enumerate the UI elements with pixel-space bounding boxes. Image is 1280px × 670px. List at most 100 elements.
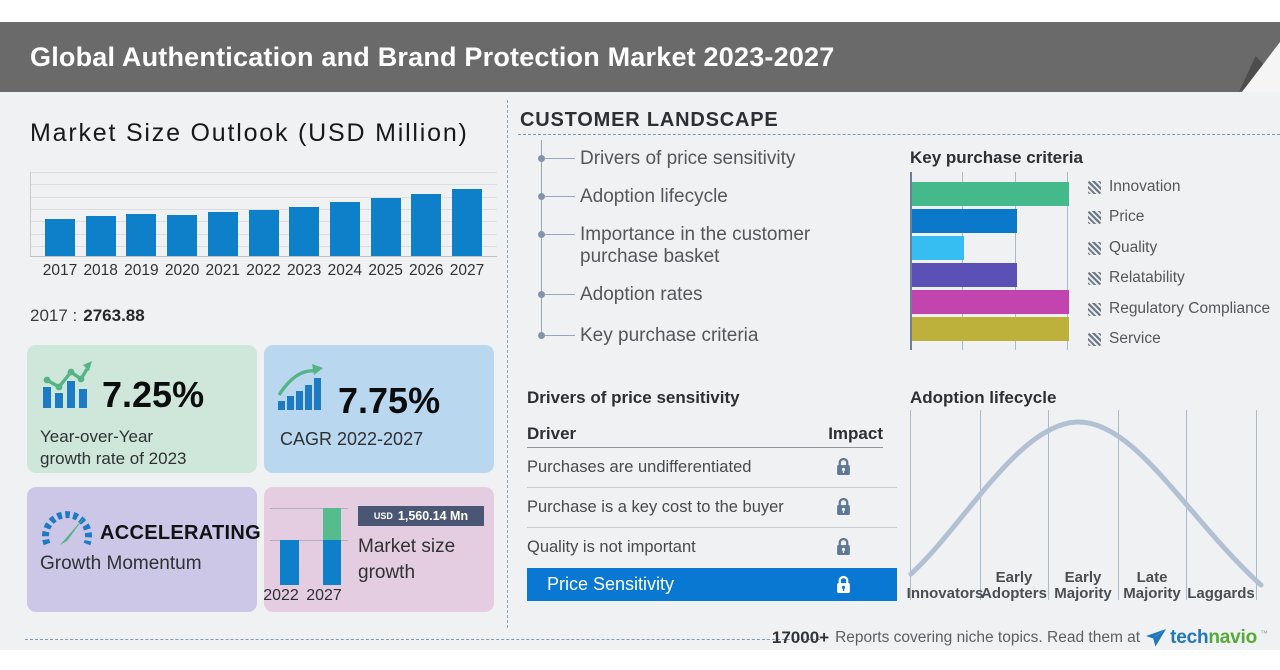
legend-swatch-icon xyxy=(1088,241,1101,255)
bullet-connector xyxy=(545,196,575,197)
bar-2027-base xyxy=(323,540,341,585)
x-tick-label: 2027 xyxy=(449,262,485,279)
impact-lock xyxy=(836,537,851,561)
drivers-table: Purchases are undifferentiated Purchase … xyxy=(527,448,897,568)
lifecycle-stage-label: Laggards xyxy=(1187,585,1255,602)
legend-item: Regulatory Compliance xyxy=(1088,300,1270,318)
mini-chart-year-label: 2022 xyxy=(263,587,299,604)
bar-2022 xyxy=(280,540,299,585)
header-bar: Global Authentication and Brand Protecti… xyxy=(0,22,1280,92)
cagr-value: 7.75% xyxy=(338,380,441,421)
bar-2021 xyxy=(207,212,238,256)
landscape-item-label: Importance in the customer purchase bask… xyxy=(580,224,811,267)
legend-label: Quality xyxy=(1109,239,1158,256)
kpc-bar-regulatory-compliance xyxy=(912,290,1069,314)
kpc-bar-innovation xyxy=(912,182,1069,206)
base-year-note: 2017 : 2763.88 xyxy=(30,306,145,326)
x-tick-label: 2026 xyxy=(409,262,444,279)
mini-chart-year-label: 2027 xyxy=(306,587,342,604)
legend-swatch-icon xyxy=(1088,332,1101,346)
momentum-status: ACCELERATING xyxy=(100,522,262,544)
bullet-dot xyxy=(538,231,545,238)
column-header-impact: Impact xyxy=(828,424,883,443)
infographic-page: Global Authentication and Brand Protecti… xyxy=(0,0,1280,670)
bullet-connector xyxy=(545,234,575,235)
bullet-connector xyxy=(545,335,575,336)
x-tick-label: 2017 xyxy=(42,262,78,279)
table-row: Purchase is a key cost to the buyer xyxy=(527,488,897,528)
legend-label: Regulatory Compliance xyxy=(1109,300,1271,317)
bullet-connector xyxy=(545,294,575,295)
logo-text-navio: navio xyxy=(1208,627,1257,648)
legend-item: Service xyxy=(1088,330,1161,348)
bar-2020 xyxy=(167,215,198,256)
x-tick-label: 2022 xyxy=(246,262,281,279)
impact-lock xyxy=(836,457,851,481)
bar-2025 xyxy=(370,198,401,256)
ascending-bars-curved-arrow-icon xyxy=(278,364,323,410)
landscape-item-label: Key purchase criteria xyxy=(580,325,759,346)
legend-swatch-icon xyxy=(1088,210,1101,224)
table-row: Quality is not important xyxy=(527,528,897,568)
growth-amount-badge: USD 1,560.14 Mn xyxy=(358,506,484,526)
growth-desc: Market size growth xyxy=(358,536,456,583)
kpc-bar-relatability xyxy=(912,263,1017,287)
bar-chart-zigzag-arrow-icon xyxy=(43,361,92,408)
yoy-growth-value: 7.25% xyxy=(102,374,205,415)
x-tick-label: 2019 xyxy=(124,262,159,279)
impact-lock xyxy=(836,497,851,521)
technavio-plane-icon xyxy=(1146,628,1167,646)
table-row: Purchases are undifferentiated xyxy=(527,448,897,488)
bar-2027 xyxy=(452,189,482,256)
x-axis xyxy=(30,256,497,257)
driver-label: Quality is not important xyxy=(527,538,696,556)
lock-icon xyxy=(837,537,850,555)
section-title-customer-landscape: CUSTOMER LANDSCAPE xyxy=(520,109,779,131)
panel-divider xyxy=(507,100,508,628)
x-tick-label: 2021 xyxy=(205,262,241,279)
legend-swatch-icon xyxy=(1088,180,1101,194)
x-tick-label: 2025 xyxy=(368,262,403,279)
bullet-dot xyxy=(538,332,545,339)
yoy-growth-desc: Year-over-Year growth rate of 2023 xyxy=(40,427,187,468)
legend-item: Relatability xyxy=(1088,269,1185,287)
highlighted-row-price-sensitivity: Price Sensitivity xyxy=(527,568,897,601)
bar-2027-increment xyxy=(323,508,341,540)
kpc-bar-price xyxy=(912,209,1017,233)
logo-text-tech: tech xyxy=(1170,627,1209,648)
report-count: 17000+ xyxy=(771,628,830,647)
x-tick-label: 2023 xyxy=(286,262,322,279)
legend-label: Service xyxy=(1109,330,1161,347)
market-bar-chart: 2017 2018 2019 2020 2021 2022 2023 2024 2025 2026… xyxy=(30,165,497,285)
lock-icon xyxy=(837,575,850,593)
bar-2023 xyxy=(289,206,320,256)
base-year-label: 2017 : xyxy=(30,306,78,325)
drivers-table-title: Drivers of price sensitivity xyxy=(527,388,740,407)
market-size-growth-card: 2022 2027 USD 1,560.14 Mn Market size gro… xyxy=(263,487,494,612)
lifecycle-chart-title: Adoption lifecycle xyxy=(910,388,1057,407)
technavio-logo[interactable]: tech navio ™ xyxy=(1146,627,1268,649)
legend-item: Price xyxy=(1088,208,1144,226)
base-year-value: 2763.88 xyxy=(83,306,145,325)
bar-2018 xyxy=(85,216,116,256)
driver-label: Purchases are undifferentiated xyxy=(527,458,752,476)
x-tick-label: 2020 xyxy=(164,262,200,279)
gridline xyxy=(30,184,497,186)
driver-label: Purchase is a key cost to the buyer xyxy=(527,498,784,516)
gridline xyxy=(30,172,497,173)
momentum-label: Growth Momentum xyxy=(40,553,202,574)
kpc-bar-service xyxy=(912,317,1069,341)
growth-momentum-card xyxy=(27,487,257,612)
column-header-driver: Driver xyxy=(527,424,577,443)
kpc-bar-quality xyxy=(912,236,964,260)
bell-curve xyxy=(908,419,1264,588)
legend-label: Price xyxy=(1109,208,1145,225)
currency-label: USD xyxy=(373,511,393,521)
legend-label: Relatability xyxy=(1109,269,1185,286)
legend-swatch-icon xyxy=(1088,271,1101,285)
trademark: ™ xyxy=(1260,629,1268,638)
legend-item: Quality xyxy=(1088,239,1157,257)
footer-text: Reports covering niche topics. Read them… xyxy=(835,629,1141,646)
legend-swatch-icon xyxy=(1088,302,1101,316)
bullet-dot xyxy=(538,291,545,298)
